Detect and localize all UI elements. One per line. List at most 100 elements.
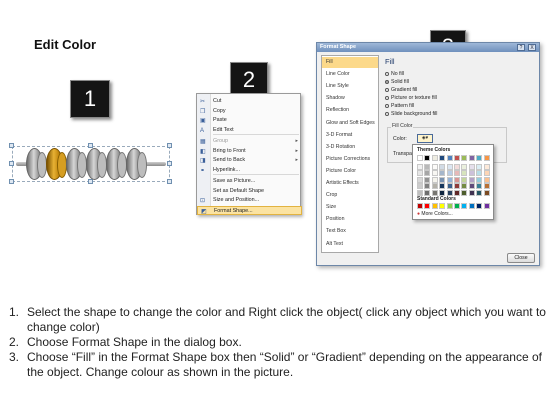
theme-color-swatch[interactable]	[431, 183, 438, 189]
dialog-nav-item[interactable]: 3-D Format	[322, 130, 378, 141]
disk[interactable]	[66, 148, 87, 180]
standard-color-swatch[interactable]	[431, 203, 438, 209]
theme-color-swatch[interactable]	[417, 170, 423, 176]
dialog-nav-item[interactable]: Position	[322, 214, 378, 225]
theme-color-swatch[interactable]	[417, 189, 423, 196]
fill-option-radio[interactable]: Solid fill	[385, 79, 409, 86]
theme-color-swatch[interactable]	[483, 155, 490, 161]
close-icon[interactable]: X	[528, 44, 536, 51]
theme-color-swatch[interactable]	[417, 183, 423, 189]
dialog-nav-item[interactable]: Size	[322, 202, 378, 213]
standard-color-swatch[interactable]	[417, 203, 423, 209]
standard-color-swatch[interactable]	[476, 203, 483, 209]
theme-color-swatch[interactable]	[424, 189, 431, 196]
standard-color-swatch[interactable]	[424, 203, 431, 209]
theme-color-swatch[interactable]	[439, 163, 446, 170]
radio-button-icon[interactable]	[385, 95, 389, 100]
theme-color-swatch[interactable]	[483, 189, 490, 196]
context-menu-item[interactable]: ✂ Cut	[197, 97, 302, 107]
theme-color-swatch[interactable]	[483, 176, 490, 183]
theme-color-swatch[interactable]	[454, 183, 460, 189]
fill-option-radio[interactable]: Picture or texture fill	[385, 95, 437, 102]
dialog-nav-item[interactable]: Artistic Effects	[322, 178, 378, 189]
radio-button-icon[interactable]	[385, 71, 389, 76]
theme-color-swatch[interactable]	[424, 155, 431, 161]
resize-handle[interactable]	[9, 143, 14, 148]
disk[interactable]	[86, 148, 107, 180]
theme-color-swatch[interactable]	[424, 183, 431, 189]
dialog-nav-item[interactable]: Fill	[322, 57, 378, 69]
theme-color-swatch[interactable]	[439, 155, 446, 161]
context-menu-item[interactable]: Set as Default Shape	[197, 187, 302, 197]
theme-color-swatch[interactable]	[476, 170, 483, 176]
theme-color-swatch[interactable]	[431, 176, 438, 183]
theme-color-swatch[interactable]	[468, 155, 475, 161]
theme-color-swatch[interactable]	[468, 163, 475, 170]
dialog-nav-item[interactable]: 3-D Rotation	[322, 142, 378, 153]
theme-color-swatch[interactable]	[476, 163, 483, 170]
disk-shape-group[interactable]	[9, 143, 172, 184]
standard-color-swatch[interactable]	[461, 203, 468, 209]
fill-option-radio[interactable]: Gradient fill	[385, 87, 417, 94]
standard-color-swatch[interactable]	[446, 203, 453, 209]
theme-color-swatch[interactable]	[439, 183, 446, 189]
theme-color-swatch[interactable]	[461, 170, 468, 176]
dialog-nav-item[interactable]: Alt Text	[322, 239, 378, 250]
dialog-nav-item[interactable]: Crop	[322, 190, 378, 201]
color-picker-button[interactable]: ◈▾	[417, 134, 433, 143]
resize-handle[interactable]	[9, 179, 14, 184]
theme-color-swatch[interactable]	[439, 176, 446, 183]
theme-color-swatch[interactable]	[476, 189, 483, 196]
dialog-nav-item[interactable]: Reflection	[322, 105, 378, 116]
theme-color-swatch[interactable]	[454, 176, 460, 183]
theme-color-swatch[interactable]	[461, 155, 468, 161]
theme-color-swatch[interactable]	[446, 189, 453, 196]
context-menu-item[interactable]: ◩ Format Shape...	[197, 205, 302, 215]
theme-color-swatch[interactable]	[439, 189, 446, 196]
context-menu-item[interactable]: ◧ Bring to Front ▸	[197, 147, 302, 157]
context-menu-item[interactable]: ⊡ Size and Position...	[197, 196, 302, 206]
theme-color-swatch[interactable]	[431, 155, 438, 161]
theme-color-swatch[interactable]	[483, 170, 490, 176]
context-menu-item[interactable]: ◨ Send to Back ▸	[197, 156, 302, 166]
theme-color-swatch[interactable]	[431, 189, 438, 196]
theme-color-swatch[interactable]	[431, 163, 438, 170]
disk[interactable]	[126, 148, 147, 180]
radio-button-icon[interactable]	[385, 87, 389, 92]
theme-color-swatch[interactable]	[424, 163, 431, 170]
theme-color-swatch[interactable]	[454, 155, 460, 161]
fill-option-radio[interactable]: No fill	[385, 71, 404, 78]
radio-button-icon[interactable]	[385, 103, 389, 108]
standard-color-swatch[interactable]	[483, 203, 490, 209]
theme-color-swatch[interactable]	[468, 176, 475, 183]
dialog-nav-item[interactable]: Picture Color	[322, 166, 378, 177]
theme-color-swatch[interactable]	[417, 176, 423, 183]
dialog-nav-item[interactable]: Text Box	[322, 226, 378, 237]
resize-handle[interactable]	[9, 161, 14, 166]
theme-color-swatch[interactable]	[417, 155, 423, 161]
context-menu-item[interactable]: ❐ Copy	[197, 107, 302, 117]
disk[interactable]	[106, 148, 127, 180]
theme-color-swatch[interactable]	[476, 183, 483, 189]
theme-color-swatch[interactable]	[454, 189, 460, 196]
context-menu-item[interactable]: ▦ Group ▸	[197, 137, 302, 147]
disk[interactable]	[26, 148, 47, 180]
more-colors-link[interactable]: ● More Colors...	[417, 211, 453, 217]
help-icon[interactable]: ?	[517, 44, 525, 51]
close-button[interactable]: Close	[507, 253, 535, 263]
theme-color-swatch[interactable]	[461, 189, 468, 196]
theme-color-swatch[interactable]	[446, 170, 453, 176]
context-menu-item[interactable]: ▣ Paste	[197, 116, 302, 126]
standard-color-swatch[interactable]	[454, 203, 460, 209]
theme-color-swatch[interactable]	[468, 189, 475, 196]
fill-option-radio[interactable]: Slide background fill	[385, 111, 437, 118]
theme-color-swatch[interactable]	[461, 176, 468, 183]
disk-selected-gold[interactable]	[46, 148, 67, 180]
dialog-nav-item[interactable]: Shadow	[322, 93, 378, 104]
theme-color-swatch[interactable]	[439, 170, 446, 176]
theme-color-swatch[interactable]	[417, 163, 423, 170]
dialog-nav-item[interactable]: Line Color	[322, 69, 378, 80]
dialog-nav-item[interactable]: Picture Corrections	[322, 154, 378, 165]
fill-option-radio[interactable]: Pattern fill	[385, 103, 414, 110]
theme-color-swatch[interactable]	[461, 163, 468, 170]
